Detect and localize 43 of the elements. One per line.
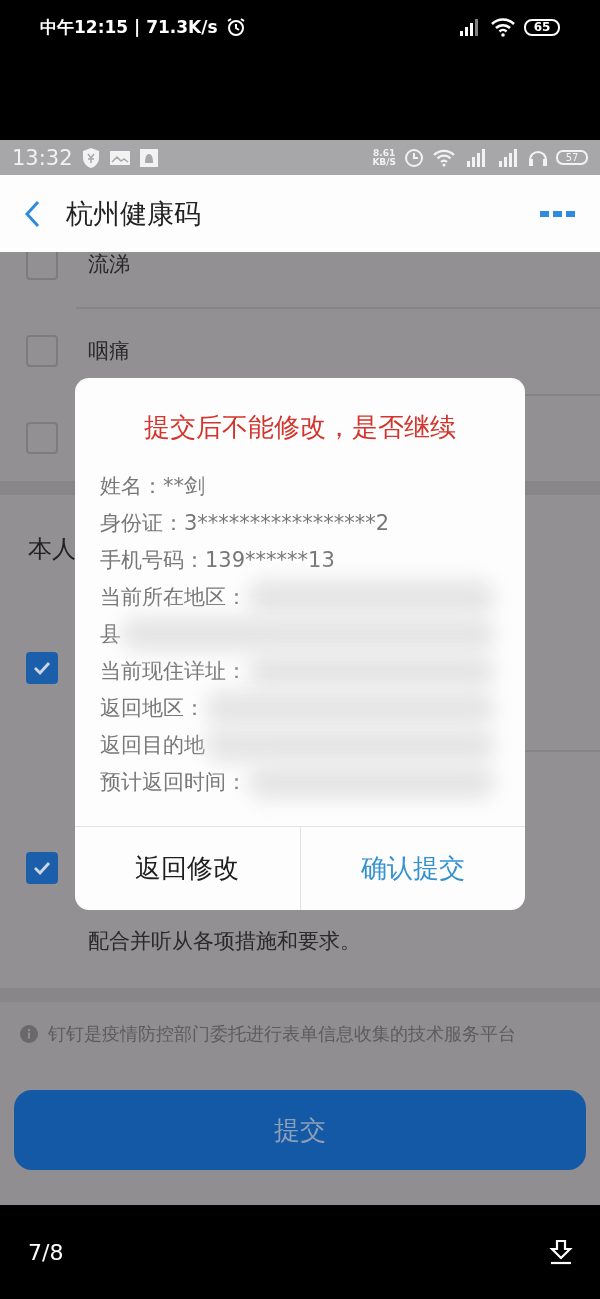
info-line: 手机号码：139******13: [100, 546, 335, 574]
back-icon[interactable]: [24, 199, 40, 228]
signal-icon: [496, 147, 520, 168]
network-speed-unit: KB/S: [372, 157, 396, 167]
signal-icon: [464, 147, 488, 168]
option-label: 流涕: [88, 252, 130, 278]
bag-icon: [138, 147, 159, 168]
checkbox[interactable]: [26, 652, 58, 684]
info-icon: [20, 1025, 38, 1043]
info-line: 姓名：**剑: [100, 472, 205, 500]
submit-button[interactable]: 提交: [14, 1090, 586, 1170]
wifi-icon: [490, 17, 516, 37]
check-icon: [33, 661, 51, 675]
network-speed: 8.61: [372, 148, 396, 158]
cancel-button[interactable]: 返回修改: [75, 827, 300, 910]
status-time: 中午12:15 | 71.3K/s: [40, 15, 218, 39]
alarm-icon: [225, 17, 246, 37]
battery-indicator: 57: [556, 150, 588, 165]
shield-icon: [80, 146, 101, 169]
commitment-text: 配合并听从各项措施和要求。: [87, 928, 361, 955]
info-line: 身份证：3*****************2: [100, 509, 390, 537]
page-counter: 7/8: [28, 1239, 65, 1265]
status-time: 13:32: [12, 145, 73, 170]
download-icon[interactable]: [548, 1239, 574, 1265]
info-line: 预计返回时间：: [100, 768, 247, 796]
option-label: 咽痛: [88, 337, 130, 365]
page-title: 杭州健康码: [66, 196, 202, 231]
clock-icon: [404, 147, 424, 168]
checkbox[interactable]: [26, 252, 58, 280]
check-icon: [33, 861, 51, 875]
checkbox[interactable]: [26, 852, 58, 884]
more-icon[interactable]: [540, 209, 576, 218]
info-line: 当前现住详址：: [100, 657, 247, 685]
wifi-icon: [432, 148, 456, 167]
dialog-title: 提交后不能修改，是否继续: [143, 411, 457, 444]
image-icon: [108, 148, 131, 167]
info-line: 返回地区：: [100, 694, 205, 722]
info-line: 返回目的地: [100, 731, 205, 759]
info-line: 当前所在地区：: [100, 583, 247, 611]
confirm-button[interactable]: 确认提交: [299, 827, 525, 910]
battery-indicator: 65: [524, 18, 560, 36]
section-heading: 本人: [28, 535, 76, 563]
info-line: 县: [100, 620, 121, 648]
